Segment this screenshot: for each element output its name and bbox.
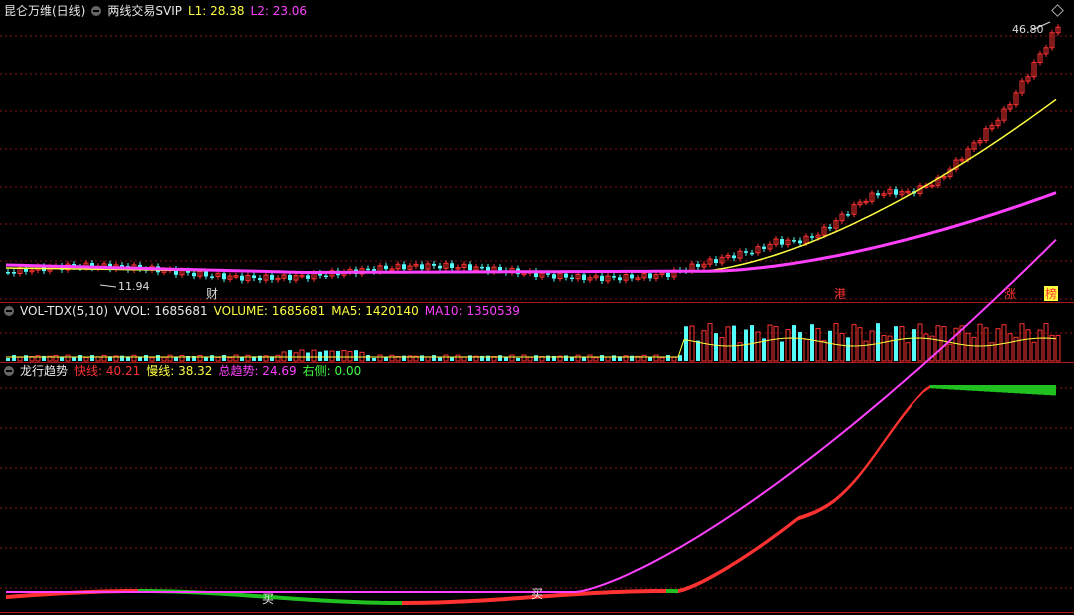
buy-signal-1[interactable]: 买 — [262, 592, 274, 606]
main-candles — [6, 24, 1061, 284]
event-marker-gang[interactable]: 港 — [834, 287, 846, 301]
event-marker-zhang[interactable]: 涨 — [1004, 286, 1016, 301]
trend-ribbon — [6, 238, 1057, 605]
chart-canvas[interactable]: 46.80 11.94 财 港 涨 榜 买 买 — [0, 0, 1074, 615]
event-marker-bang[interactable]: 榜 — [1045, 286, 1057, 301]
buy-signal-2[interactable]: 买 — [531, 587, 543, 601]
low-price-label: 11.94 — [118, 280, 150, 293]
grid-lines — [0, 35, 1074, 589]
chart-labels: 46.80 11.94 财 港 涨 榜 买 买 — [99, 21, 1058, 606]
event-marker-cai[interactable]: 财 — [206, 287, 218, 301]
main-moving-averages — [5, 98, 1057, 274]
volume-bars — [6, 323, 1061, 362]
high-price-label: 46.80 — [1012, 23, 1044, 36]
